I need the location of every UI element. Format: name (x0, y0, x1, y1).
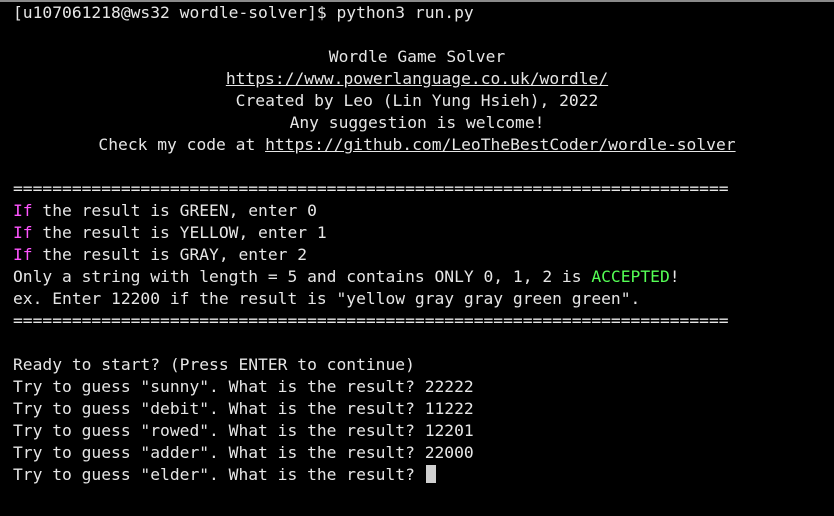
session-line: Try to guess "adder". What is the result… (13, 443, 474, 462)
rule-line-gray: If the result is GRAY, enter 2 (13, 244, 307, 266)
rule-text: the result is YELLOW, enter 1 (32, 223, 327, 242)
separator-top: ========================================… (13, 179, 729, 198)
github-url-link[interactable]: https://github.com/LeoTheBestCoder/wordl… (265, 135, 736, 154)
banner-suggestion: Any suggestion is welcome! (289, 113, 545, 132)
wordle-url-link[interactable]: https://www.powerlanguage.co.uk/wordle/ (226, 69, 608, 88)
rule-keyword: If (13, 223, 33, 242)
rule-keyword: If (13, 245, 33, 264)
banner-title: Wordle Game Solver (328, 47, 506, 66)
rule-line-yellow: If the result is YELLOW, enter 1 (13, 222, 327, 244)
current-input-line[interactable]: Try to guess "elder". What is the result… (13, 464, 436, 486)
banner-url-line: https://www.powerlanguage.co.uk/wordle/ (0, 68, 834, 90)
text-cursor[interactable] (425, 465, 436, 483)
terminal-window[interactable]: [u107061218@ws32 wordle-solver]$ python3… (0, 0, 834, 516)
banner-code-line: Check my code at https://github.com/LeoT… (0, 134, 834, 156)
accepted-line: Only a string with length = 5 and contai… (13, 266, 680, 288)
accepted-highlight: ACCEPTED (591, 267, 670, 286)
code-prefix-text: Check my code at (98, 135, 266, 154)
rule-text: the result is GREEN, enter 0 (32, 201, 317, 220)
example-line: ex. Enter 12200 if the result is "yellow… (13, 289, 641, 308)
shell-prompt-line: [u107061218@ws32 wordle-solver]$ python3… (13, 3, 474, 22)
accepted-before: Only a string with length = 5 and contai… (13, 267, 592, 286)
session-line: Try to guess "rowed". What is the result… (13, 421, 474, 440)
rule-line-green: If the result is GREEN, enter 0 (13, 200, 317, 222)
accepted-after: ! (669, 267, 680, 286)
rule-text: the result is GRAY, enter 2 (32, 245, 308, 264)
rule-keyword: If (13, 201, 33, 220)
banner-credit: Created by Leo (Lin Yung Hsieh), 2022 (235, 91, 599, 110)
session-line: Ready to start? (Press ENTER to continue… (13, 355, 415, 374)
session-line: Try to guess "sunny". What is the result… (13, 377, 474, 396)
session-line: Try to guess "debit". What is the result… (13, 399, 474, 418)
session-line: Try to guess "elder". What is the result… (13, 465, 425, 484)
separator-bottom: ========================================… (13, 311, 729, 330)
